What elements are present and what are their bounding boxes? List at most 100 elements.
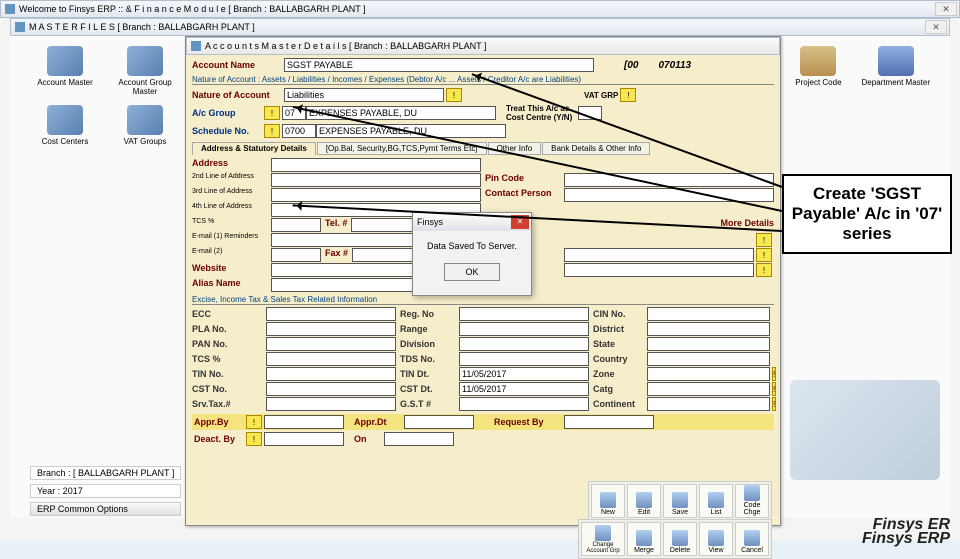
gst-label: G.S.T # [400,397,455,411]
window-icon [5,4,15,14]
tab-bank-details[interactable]: Bank Details & Other Info [542,142,650,155]
email1-label: E-mail (1) Reminders [192,233,267,247]
merge-icon [636,530,652,546]
edit-button[interactable]: Edit [627,484,661,518]
ac-group-lookup-button[interactable]: ! [264,106,280,120]
close-icon[interactable]: ✕ [935,2,957,16]
pla-input[interactable] [266,322,396,336]
catg-lookup-button[interactable]: ! [772,382,776,396]
delete-icon [672,530,688,546]
address-input-3[interactable] [271,188,481,202]
globe-icon [47,105,83,135]
tds-input[interactable] [459,352,589,366]
tab-address-statutory[interactable]: Address & Statutory Details [192,142,316,155]
tel-label: Tel. # [325,218,347,232]
tcs2-input[interactable] [266,352,396,366]
srvtax-input[interactable] [266,397,396,411]
state-input[interactable] [647,337,770,351]
continent-lookup-button[interactable]: ! [772,397,776,411]
account-master-icon[interactable]: Account Master [30,46,100,101]
account-group-master-icon[interactable]: Account Group Master [110,46,180,101]
address-input-2[interactable] [271,173,481,187]
contact-input[interactable] [564,188,774,202]
zone-lookup-button[interactable]: ! [772,367,776,381]
icon-label: Cost Centers [42,137,89,146]
appr-dt-input[interactable] [404,415,474,429]
year-label: Year : 2017 [30,484,181,498]
list-button[interactable]: List [699,484,733,518]
cost-centers-icon[interactable]: Cost Centers [30,105,100,160]
cst-input[interactable] [266,382,396,396]
new-button[interactable]: New [591,484,625,518]
cancel-icon [744,530,760,546]
transport-lookup-button[interactable]: ! [756,263,772,277]
address-input-1[interactable] [271,158,481,172]
type-input[interactable] [564,248,754,262]
schedule-lookup-button[interactable]: ! [264,124,280,138]
view-button[interactable]: View [699,522,733,556]
callout-text: Create 'SGST Payable' A/c in '07' series [788,184,946,244]
icon-label: Project Code [795,78,841,87]
tindt-input[interactable] [459,367,589,381]
range-input[interactable] [459,322,589,336]
type-lookup-button[interactable]: ! [756,248,772,262]
addr3-label: 3rd Line of Address [192,188,267,202]
window-icon [15,22,25,32]
pin-input[interactable] [564,173,774,187]
cancel-button[interactable]: Cancel [735,522,769,556]
transport-input[interactable] [564,263,754,277]
gst-input[interactable] [459,397,589,411]
schedule-code-input[interactable] [282,124,316,138]
deact-by-button[interactable]: ! [246,432,262,446]
master-title-bar: M A S T E R F I L E S [ Branch : BALLABG… [10,18,950,36]
ecc-input[interactable] [266,307,396,321]
ok-button[interactable]: OK [444,263,500,281]
department-master-icon[interactable]: Department Master [862,46,930,87]
nature-label: Nature of Account [192,90,284,100]
vat-groups-icon[interactable]: VAT Groups [110,105,180,160]
erp-common-options-button[interactable]: ERP Common Options [30,502,181,516]
change-account-grp-button[interactable]: Change Account Grp [581,522,625,556]
pan-label: PAN No. [192,337,262,351]
code-change-button[interactable]: Code Chge [735,484,769,518]
request-by-input[interactable] [564,415,654,429]
catg-label: Catg [593,382,643,396]
ac-group-desc-input[interactable] [306,106,496,120]
action-toolbar-2: Change Account Grp Merge Delete View Can… [578,519,772,559]
email2-input[interactable] [271,248,321,262]
division-input[interactable] [459,337,589,351]
zone-input[interactable] [647,367,770,381]
treat-as-label-2: Cost Centre (Y/N) [506,113,572,122]
new-icon [600,492,616,508]
delete-button[interactable]: Delete [663,522,697,556]
country-input[interactable] [647,352,770,366]
cin-label: CIN No. [593,307,643,321]
close-icon[interactable]: ✕ [925,20,947,34]
request-by-label: Request By [494,417,564,427]
account-name-input[interactable] [284,58,594,72]
tin-input[interactable] [266,367,396,381]
nature-input[interactable] [284,88,444,102]
catg-input[interactable] [647,382,770,396]
continent-input[interactable] [647,397,770,411]
appr-by-button[interactable]: ! [246,415,262,429]
appr-by-input[interactable] [264,415,344,429]
tcs-input[interactable] [271,218,321,232]
district-input[interactable] [647,322,770,336]
cin-input[interactable] [647,307,770,321]
pan-input[interactable] [266,337,396,351]
vat-grp-lookup-button[interactable]: ! [620,88,636,102]
website-label: Website [192,263,267,277]
master-icons-grid: Account Master Account Group Master Cost… [30,46,180,160]
project-code-icon[interactable]: Project Code [795,46,841,87]
save-button[interactable]: Save [663,484,697,518]
division-label: Division [400,337,455,351]
more-details-button[interactable]: ! [756,233,772,247]
deact-by-input[interactable] [264,432,344,446]
nature-lookup-button[interactable]: ! [446,88,462,102]
on-input[interactable] [384,432,454,446]
regno-input[interactable] [459,307,589,321]
merge-button[interactable]: Merge [627,522,661,556]
cstdt-input[interactable] [459,382,589,396]
tin-label: TIN No. [192,367,262,381]
